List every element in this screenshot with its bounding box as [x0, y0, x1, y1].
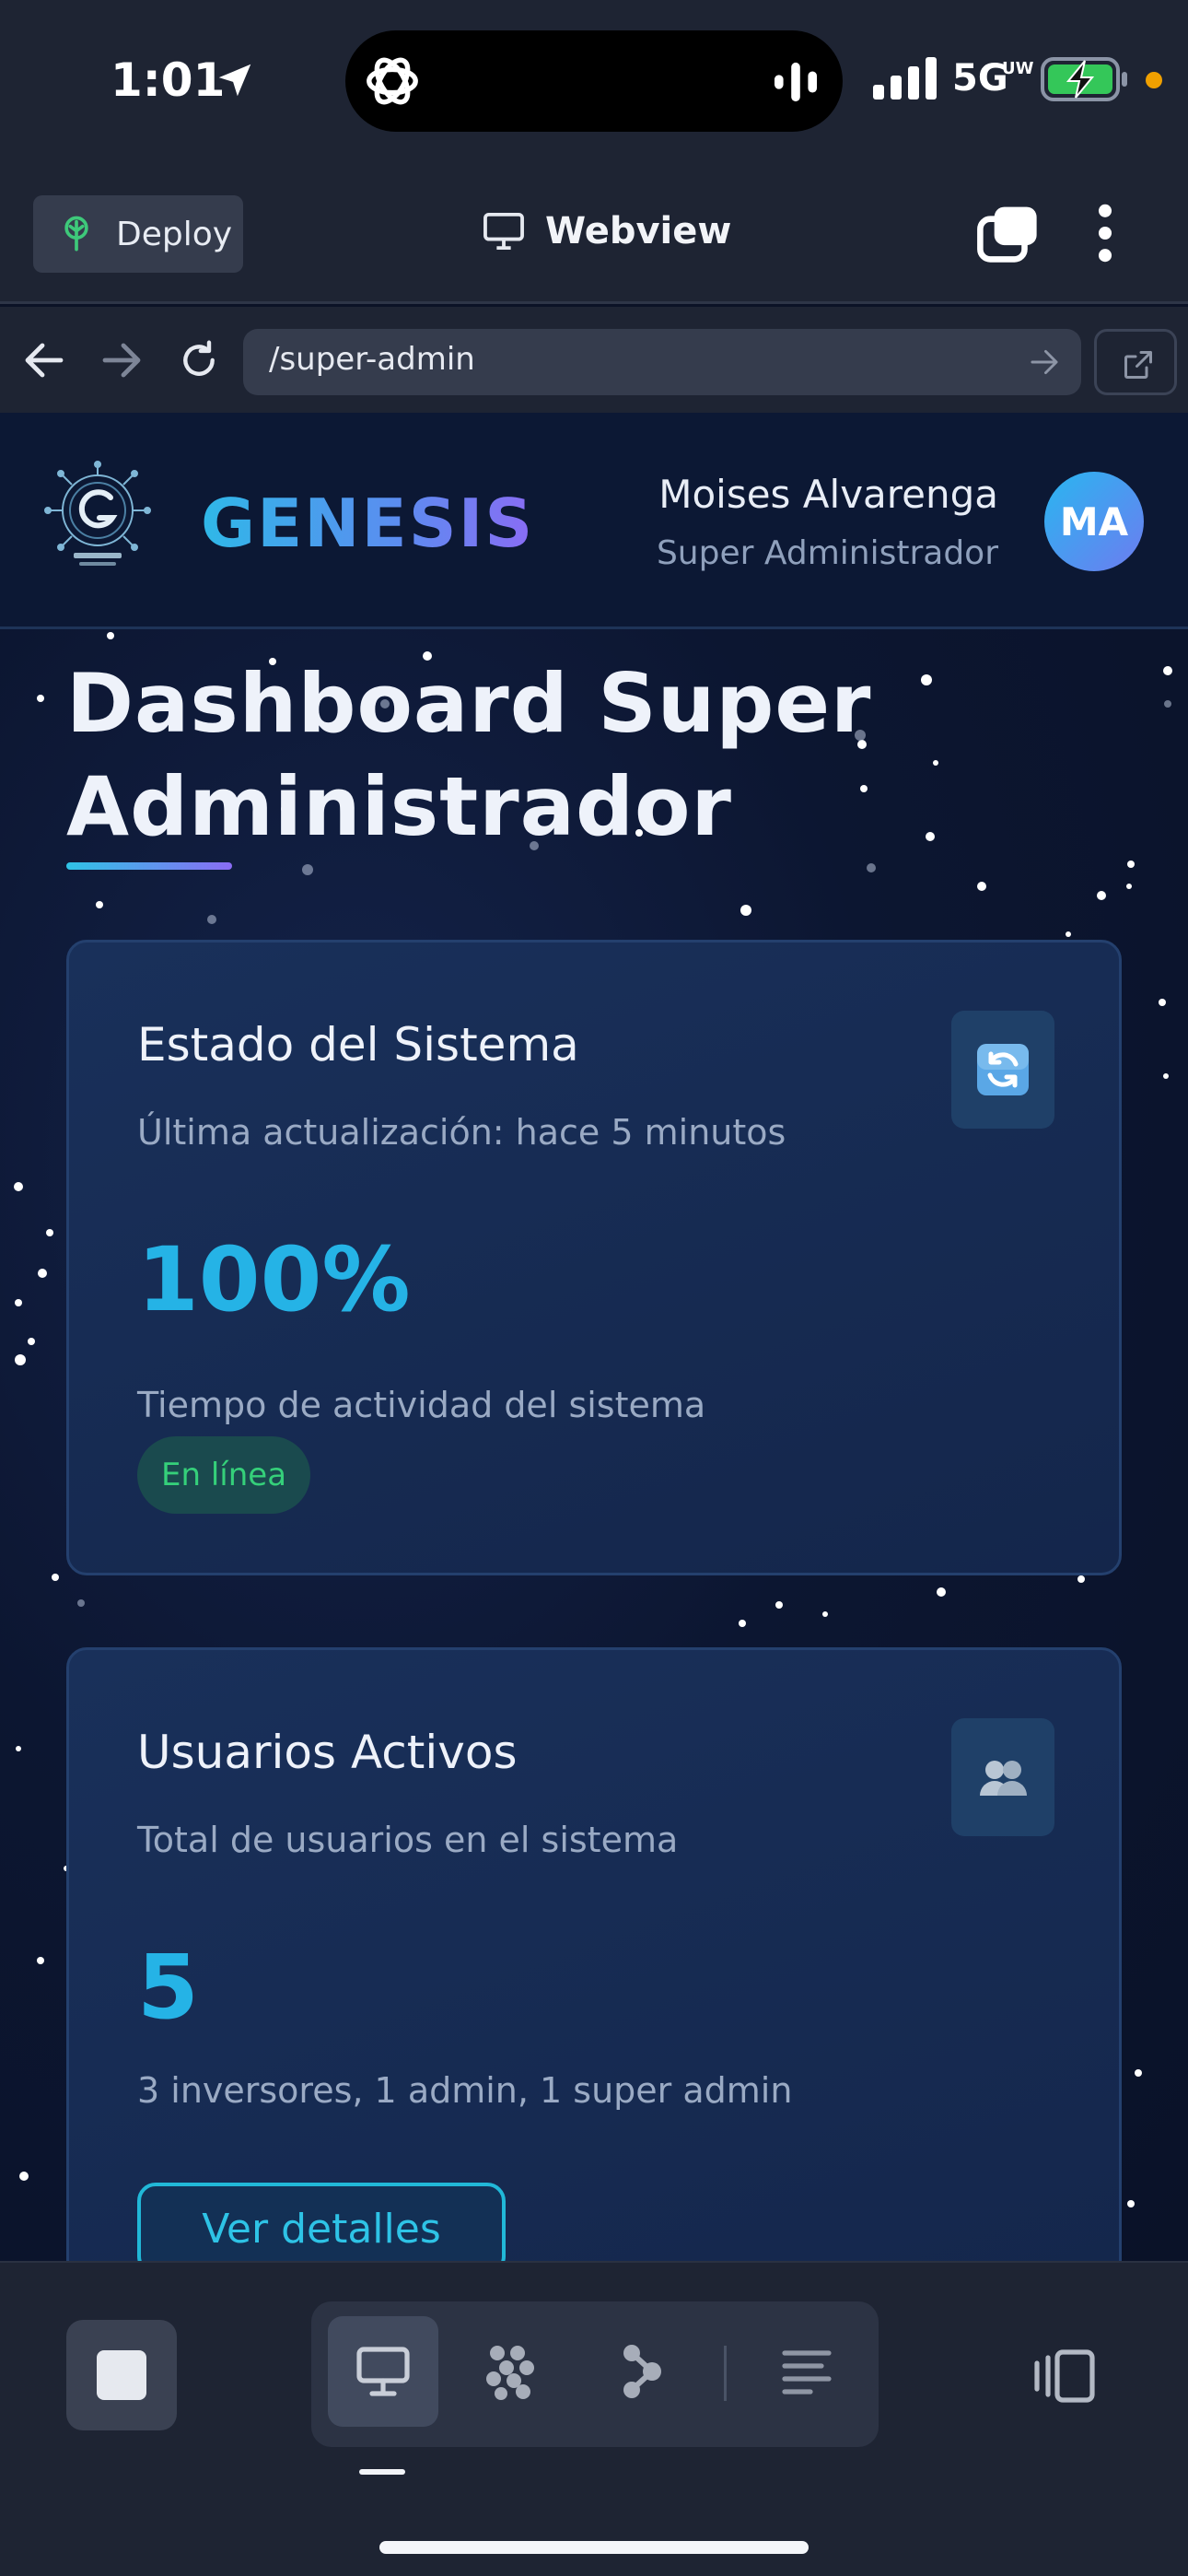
url-bar: /super-admin [0, 307, 1188, 413]
page-title: Dashboard Super Administrador [66, 656, 872, 854]
agent-view-button[interactable] [588, 2316, 698, 2427]
go-arrow-icon[interactable] [1028, 347, 1061, 377]
signal-icon [873, 57, 937, 100]
card-subtitle: Total de usuarios en el sistema [137, 1820, 679, 1860]
apps-grid-icon [486, 2346, 534, 2400]
deploy-button[interactable]: Deploy [33, 195, 243, 273]
network-sub-label: UW [1002, 59, 1034, 78]
users-icon [980, 1761, 1027, 1796]
deploy-label: Deploy [116, 215, 233, 253]
url-input[interactable]: /super-admin [243, 329, 1081, 395]
view-mode-group [311, 2301, 879, 2447]
refresh-button[interactable] [951, 1011, 1054, 1129]
genesis-logo-icon[interactable] [41, 461, 155, 575]
stop-icon [97, 2350, 146, 2400]
chatgpt-icon [367, 57, 418, 105]
site-header: GENESIS Moises Alvarenga Super Administr… [0, 413, 1188, 629]
more-vertical-icon[interactable] [1087, 203, 1124, 263]
active-users-card: Usuarios Activos Total de usuarios en el… [66, 1647, 1122, 2261]
apps-view-button[interactable] [457, 2316, 567, 2427]
card-description: Tiempo de actividad del sistema [137, 1385, 706, 1425]
tabs-icon[interactable] [976, 203, 1041, 263]
avatar[interactable]: MA [1044, 472, 1144, 571]
active-mode-indicator [359, 2469, 405, 2475]
location-arrow-icon [218, 64, 251, 97]
card-description: 3 inversores, 1 admin, 1 super admin [137, 2070, 793, 2111]
url-text: /super-admin [269, 341, 475, 378]
open-external-icon [1124, 351, 1152, 379]
bottom-bar [0, 2261, 1188, 2576]
refresh-icon [977, 1044, 1029, 1095]
audio-wave-icon [775, 62, 817, 102]
brand-name[interactable]: GENESIS [201, 485, 534, 562]
stop-button[interactable] [66, 2320, 177, 2430]
back-arrow-icon[interactable] [22, 340, 66, 381]
webview-label: Webview [545, 210, 732, 252]
card-subtitle: Última actualización: hace 5 minutos [137, 1112, 786, 1153]
users-button[interactable] [951, 1718, 1054, 1836]
desktop-icon [356, 2347, 410, 2396]
view-details-button[interactable]: Ver detalles [137, 2183, 506, 2261]
battery-charging-icon [1041, 57, 1127, 101]
privacy-indicator-dot [1146, 72, 1162, 88]
home-indicator [379, 2541, 809, 2554]
console-view-button[interactable] [751, 2316, 862, 2427]
card-title: Usuarios Activos [137, 1726, 518, 1779]
title-underline [66, 862, 232, 870]
mode-divider [724, 2346, 727, 2401]
panel-toggle-icon[interactable] [1031, 2346, 1098, 2406]
card-title: Estado del Sistema [137, 1018, 579, 1071]
network-label: 5G [952, 57, 1008, 100]
monitor-icon [483, 212, 524, 251]
forward-arrow-icon[interactable] [99, 340, 144, 381]
webview-title: Webview [483, 210, 731, 252]
user-name: Moises Alvarenga [658, 472, 998, 517]
user-role: Super Administrador [656, 534, 998, 572]
users-count: 5 [137, 1936, 199, 2039]
status-time: 1:01 [111, 53, 226, 107]
desktop-view-button[interactable] [328, 2316, 438, 2427]
status-badge: En línea [137, 1436, 311, 1514]
app-toolbar: Deploy Webview [0, 166, 1188, 304]
deploy-icon [64, 216, 88, 252]
open-external-button[interactable] [1094, 329, 1177, 395]
webview-content: GENESIS Moises Alvarenga Super Administr… [0, 413, 1188, 2261]
console-lines-icon [782, 2350, 832, 2395]
agent-icon [623, 2345, 661, 2398]
system-status-card: Estado del Sistema Última actualización:… [66, 940, 1122, 1575]
status-bar: 1:01 5G UW [0, 0, 1188, 166]
reload-icon[interactable] [177, 340, 221, 381]
uptime-value: 100% [137, 1228, 411, 1331]
